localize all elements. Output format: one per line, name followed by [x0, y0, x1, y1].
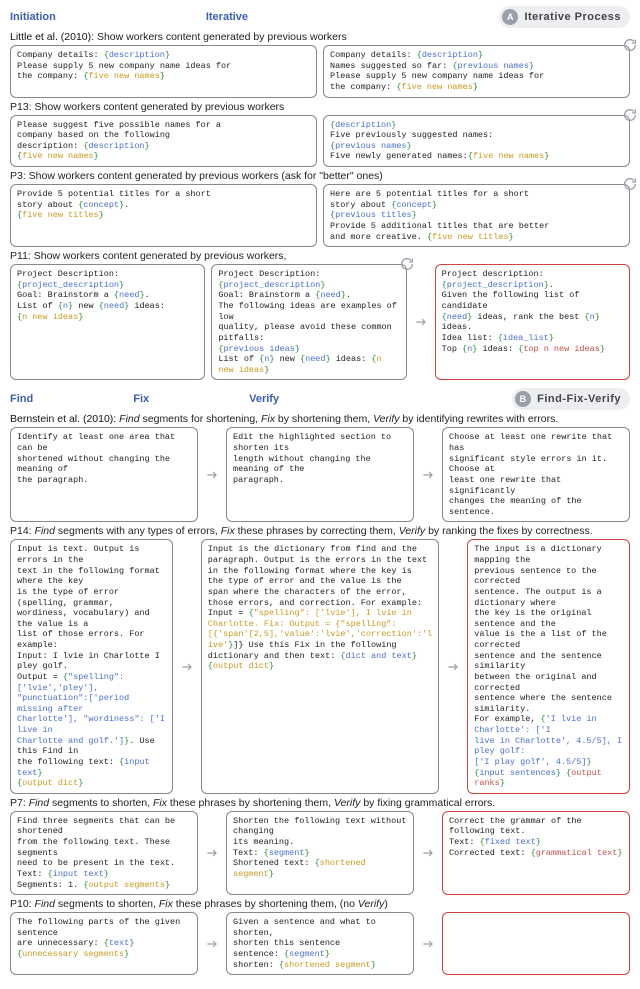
s-b-db2: by shortening them, [275, 413, 373, 425]
arrow-icon [420, 811, 436, 895]
p7-a: Find three segments that can be shortene… [10, 811, 198, 895]
source-b-cite: Bernstein et al. (2010): [10, 413, 119, 425]
section-findfixverify: Find Fix Verify B Find-Fix-Verify Bernst… [10, 388, 630, 975]
p14-title-text: P14: Find segments with any types of err… [10, 525, 593, 537]
p10-b-text: Given a sentence and what to shorten,sho… [233, 917, 376, 970]
p13-right: {description}Five previously suggested n… [323, 115, 630, 168]
stage-verify: Verify [249, 393, 279, 405]
p13-right-text: {description}Five previously suggested n… [330, 120, 549, 162]
arrow-icon [413, 264, 429, 380]
s-b-dc2: by identifying rewrites with errors. [400, 413, 559, 425]
stage-labels-b: Find Fix Verify [10, 393, 279, 405]
p10-a-text: The following parts of the given sentenc… [17, 917, 180, 959]
s-b-da2: segments for shortening, [140, 413, 261, 425]
stage-find: Find [10, 393, 33, 405]
section-a-header: Initiation Iterative A Iterative Process [10, 6, 630, 28]
loop-icon [622, 37, 638, 53]
src-b-c-text: Choose at least one rewrite that hassign… [449, 432, 612, 516]
p10-a: The following parts of the given sentenc… [10, 912, 198, 975]
badge-b-label: Find-Fix-Verify [537, 393, 621, 405]
p14-b-text: Input is the dictionary from find and th… [208, 544, 432, 671]
p13-cols: Please suggest five possible names for a… [10, 115, 630, 168]
badge-b-letter: B [515, 391, 531, 407]
loop-icon [622, 107, 638, 123]
stage-initiation: Initiation [10, 11, 56, 23]
p11-left: Project Description: {project_descriptio… [10, 264, 205, 380]
arrow-icon [204, 427, 220, 522]
arrow-icon [445, 539, 461, 793]
arrow-icon [179, 539, 195, 793]
s-b-dc: Verify [373, 413, 399, 425]
loop-icon [622, 176, 638, 192]
s-b-da: Find [119, 413, 139, 425]
p13-left: Please suggest five possible names for a… [10, 115, 317, 168]
source-a-cols: Company details: {description}Please sup… [10, 45, 630, 98]
src-a-right-text: Company details: {description}Names sugg… [330, 50, 544, 92]
p10-title: P10: Find segments to shorten, Fix these… [10, 898, 630, 910]
p7-c-text: Correct the grammar of the following tex… [449, 816, 622, 858]
p11-right: Project description:{project_description… [435, 264, 630, 380]
badge-b: B Find-Fix-Verify [512, 388, 630, 410]
src-a-left: Company details: {description}Please sup… [10, 45, 317, 98]
p3-right-text: Here are 5 potential titles for a shorts… [330, 189, 549, 242]
badge-a: A Iterative Process [499, 6, 630, 28]
s-b-db: Fix [261, 413, 275, 425]
p14-a-text: Input is text. Output is errors in thete… [17, 544, 165, 788]
p3-title: P3: Show workers content generated by pr… [10, 170, 630, 182]
loop-icon [399, 256, 415, 272]
badge-a-label: Iterative Process [524, 11, 621, 23]
p7-a-text: Find three segments that can be shortene… [17, 816, 175, 890]
p11-cols: Project Description: {project_descriptio… [10, 264, 630, 380]
stage-labels-a: Initiation Iterative [10, 11, 248, 23]
p3-right: Here are 5 potential titles for a shorts… [323, 184, 630, 247]
p14-c: The input is a dictionary mapping thepre… [467, 539, 630, 793]
p10-title-text: P10: Find segments to shorten, Fix these… [10, 898, 388, 910]
section-iterative: Initiation Iterative A Iterative Process… [10, 6, 630, 380]
p13-title: P13: Show workers content generated by p… [10, 101, 630, 113]
p3-left: Provide 5 potential titles for a shortst… [10, 184, 317, 247]
stage-fix: Fix [133, 393, 149, 405]
source-b-cols: Identify at least one area that can besh… [10, 427, 630, 522]
p14-title: P14: Find segments with any types of err… [10, 525, 630, 537]
p11-right-text: Project description:{project_description… [442, 269, 605, 353]
p7-title-text: P7: Find segments to shorten, Fix these … [10, 797, 495, 809]
src-b-a-text: Identify at least one area that can besh… [17, 432, 175, 485]
source-a-desc: Show workers content generated by previo… [97, 31, 347, 43]
arrow-icon [204, 912, 220, 975]
p14-c-text: The input is a dictionary mapping thepre… [474, 544, 622, 788]
src-b-a: Identify at least one area that can besh… [10, 427, 198, 522]
src-b-b: Edit the highlighted section to shorten … [226, 427, 414, 522]
p7-c: Correct the grammar of the following tex… [442, 811, 630, 895]
src-b-c: Choose at least one rewrite that hassign… [442, 427, 630, 522]
arrow-icon [420, 427, 436, 522]
p11-mid: Project Description: {project_descriptio… [211, 264, 406, 380]
p3-left-text: Provide 5 potential titles for a shortst… [17, 189, 211, 220]
p13-left-text: Please suggest five possible names for a… [17, 120, 221, 162]
p11-left-text: Project Description: {project_descriptio… [17, 269, 165, 322]
arrow-icon [204, 811, 220, 895]
p7-b: Shorten the following text without chang… [226, 811, 414, 895]
p10-b: Given a sentence and what to shorten,sho… [226, 912, 414, 975]
source-a-cite: Little et al. (2010): [10, 31, 97, 43]
p11-mid-text: Project Description: {project_descriptio… [218, 269, 397, 375]
src-b-b-text: Edit the highlighted section to shorten … [233, 432, 391, 485]
p11-title: P11: Show workers content generated by p… [10, 250, 630, 262]
p7-title: P7: Find segments to shorten, Fix these … [10, 797, 630, 809]
p10-cols: The following parts of the given sentenc… [10, 912, 630, 975]
src-a-left-text: Company details: {description}Please sup… [17, 50, 231, 81]
p7-b-text: Shorten the following text without chang… [233, 816, 406, 879]
p7-cols: Find three segments that can be shortene… [10, 811, 630, 895]
p14-a: Input is text. Output is errors in thete… [10, 539, 173, 793]
p14-b: Input is the dictionary from find and th… [201, 539, 439, 793]
p10-c [442, 912, 630, 975]
source-b: Bernstein et al. (2010): Find segments f… [10, 413, 630, 425]
stage-iterative: Iterative [206, 11, 248, 23]
source-a: Little et al. (2010): Show workers conte… [10, 31, 630, 43]
section-b-header: Find Fix Verify B Find-Fix-Verify [10, 388, 630, 410]
arrow-icon [420, 912, 436, 975]
p14-cols: Input is text. Output is errors in thete… [10, 539, 630, 793]
p3-cols: Provide 5 potential titles for a shortst… [10, 184, 630, 247]
src-a-right: Company details: {description}Names sugg… [323, 45, 630, 98]
badge-a-letter: A [502, 9, 518, 25]
